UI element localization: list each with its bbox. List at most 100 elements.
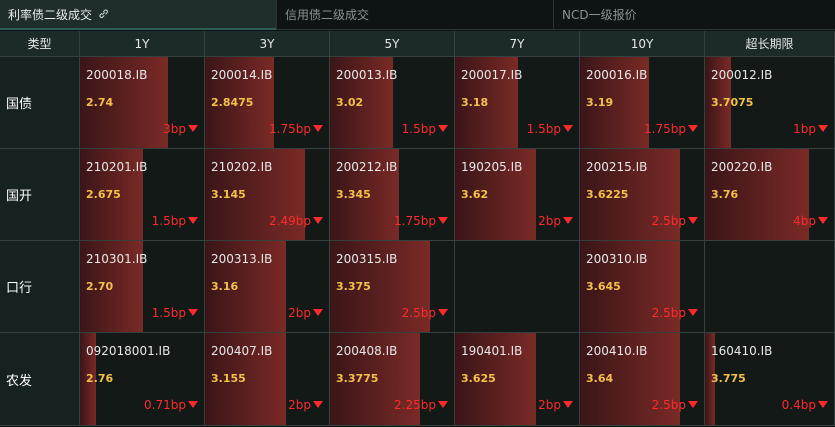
- down-arrow-icon: [188, 401, 198, 408]
- down-arrow-icon: [438, 217, 448, 224]
- column-header[interactable]: 类型: [0, 31, 80, 57]
- column-header[interactable]: 1Y: [80, 31, 205, 57]
- bond-code: 200013.IB: [336, 68, 398, 82]
- down-arrow-icon: [818, 125, 828, 132]
- down-arrow-icon: [438, 125, 448, 132]
- bond-yield: 3.76: [711, 188, 739, 201]
- down-arrow-icon: [438, 401, 448, 408]
- bond-yield: 2.8475: [211, 96, 254, 109]
- yield-change-value: 0.4bp: [781, 398, 816, 412]
- bond-cell[interactable]: 160410.IB 3.775 0.4bp: [705, 333, 835, 426]
- yield-change-value: 1.75bp: [644, 122, 686, 136]
- down-arrow-icon: [688, 125, 698, 132]
- bond-cell[interactable]: 200220.IB 3.76 4bp: [705, 149, 835, 241]
- down-arrow-icon: [313, 309, 323, 316]
- down-arrow-icon: [563, 217, 573, 224]
- bond-cell[interactable]: 200408.IB 3.3775 2.25bp: [330, 333, 455, 426]
- row-type-label: 口行: [0, 241, 80, 333]
- yield-change-value: 1.75bp: [269, 122, 311, 136]
- down-arrow-icon: [688, 217, 698, 224]
- down-arrow-icon: [438, 309, 448, 316]
- yield-change: 2.49bp: [269, 214, 323, 228]
- bond-cell[interactable]: 200017.IB 3.18 1.5bp: [455, 57, 580, 149]
- column-header[interactable]: 5Y: [330, 31, 455, 57]
- yield-change-value: 3bp: [163, 122, 186, 136]
- bond-code: 200215.IB: [586, 160, 648, 174]
- tab-label: 利率债二级成交: [8, 8, 93, 22]
- down-arrow-icon: [313, 401, 323, 408]
- bond-cell[interactable]: 200310.IB 3.645 2.5bp: [580, 241, 705, 333]
- bond-cell[interactable]: 200313.IB 3.16 2bp: [205, 241, 330, 333]
- bond-cell[interactable]: 200407.IB 3.155 2bp: [205, 333, 330, 426]
- bond-yield: 2.74: [86, 96, 114, 109]
- yield-change: 1.75bp: [269, 122, 323, 136]
- bond-code: 200017.IB: [461, 68, 523, 82]
- yield-change-value: 2.5bp: [651, 306, 686, 320]
- down-arrow-icon: [563, 401, 573, 408]
- bond-yield: 3.19: [586, 96, 614, 109]
- yield-change-value: 2.25bp: [394, 398, 436, 412]
- bond-code: 210201.IB: [86, 160, 148, 174]
- bond-yield: 3.625: [461, 372, 496, 385]
- bond-cell[interactable]: 200012.IB 3.7075 1bp: [705, 57, 835, 149]
- bond-yield: 3.775: [711, 372, 746, 385]
- bond-code: 200016.IB: [586, 68, 648, 82]
- bond-code: 160410.IB: [711, 344, 773, 358]
- tab-ncd-quotes[interactable]: NCD一级报价: [553, 0, 835, 30]
- yield-change-value: 2.49bp: [269, 214, 311, 228]
- yield-change-value: 1.75bp: [394, 214, 436, 228]
- yield-change: 2bp: [288, 398, 323, 412]
- column-header[interactable]: 10Y: [580, 31, 705, 57]
- bond-code: 200310.IB: [586, 252, 648, 266]
- yield-change: 2.5bp: [652, 398, 698, 412]
- bond-cell[interactable]: 210301.IB 2.70 1.5bp: [80, 241, 205, 333]
- tab-label: 信用债二级成交: [285, 8, 370, 22]
- down-arrow-icon: [818, 217, 828, 224]
- bond-cell[interactable]: 210201.IB 2.675 1.5bp: [80, 149, 205, 241]
- bond-code: 200014.IB: [211, 68, 273, 82]
- bond-cell[interactable]: 210202.IB 3.145 2.49bp: [205, 149, 330, 241]
- down-arrow-icon: [188, 309, 198, 316]
- bond-yield: 3.645: [586, 280, 621, 293]
- bond-cell[interactable]: 200018.IB 2.74 3bp: [80, 57, 205, 149]
- yield-change-value: 1.5bp: [151, 306, 186, 320]
- bond-yield: 3.375: [336, 280, 371, 293]
- bond-yield: 3.18: [461, 96, 489, 109]
- bond-cell[interactable]: 200410.IB 3.64 2.5bp: [580, 333, 705, 426]
- bond-code: 092018001.IB: [86, 344, 171, 358]
- bond-cell[interactable]: 200013.IB 3.02 1.5bp: [330, 57, 455, 149]
- bond-yield: 3.62: [461, 188, 489, 201]
- yield-change: 1.75bp: [394, 214, 448, 228]
- bond-code: 190401.IB: [461, 344, 523, 358]
- yield-change: 0.71bp: [144, 398, 198, 412]
- column-header[interactable]: 超长期限: [705, 31, 835, 57]
- bond-cell[interactable]: 200212.IB 3.345 1.75bp: [330, 149, 455, 241]
- yield-change-value: 2bp: [288, 306, 311, 320]
- bond-yield: 3.145: [211, 188, 246, 201]
- tab-rate-bond-trades[interactable]: 利率债二级成交: [0, 0, 276, 30]
- bond-cell[interactable]: 190205.IB 3.62 2bp: [455, 149, 580, 241]
- bond-code: 200220.IB: [711, 160, 773, 174]
- yield-change: 2bp: [538, 398, 573, 412]
- bond-cell[interactable]: 200016.IB 3.19 1.75bp: [580, 57, 705, 149]
- bond-cell[interactable]: 200014.IB 2.8475 1.75bp: [205, 57, 330, 149]
- bond-cell[interactable]: 092018001.IB 2.76 0.71bp: [80, 333, 205, 426]
- down-arrow-icon: [818, 401, 828, 408]
- yield-change: 3bp: [163, 122, 198, 136]
- link-icon[interactable]: [98, 0, 109, 30]
- yield-change-value: 2.5bp: [401, 306, 436, 320]
- down-arrow-icon: [688, 401, 698, 408]
- yield-change-value: 2.5bp: [651, 398, 686, 412]
- bond-cell[interactable]: 200215.IB 3.6225 2.5bp: [580, 149, 705, 241]
- bond-code: 200315.IB: [336, 252, 398, 266]
- bond-yield: 2.70: [86, 280, 114, 293]
- bond-yield: 2.675: [86, 188, 121, 201]
- bond-cell[interactable]: 200315.IB 3.375 2.5bp: [330, 241, 455, 333]
- tab-credit-bond-trades[interactable]: 信用债二级成交: [276, 0, 553, 30]
- column-header[interactable]: 3Y: [205, 31, 330, 57]
- column-header[interactable]: 7Y: [455, 31, 580, 57]
- yield-change: 1.5bp: [152, 214, 198, 228]
- bond-cell[interactable]: 190401.IB 3.625 2bp: [455, 333, 580, 426]
- yield-change: 1.5bp: [527, 122, 573, 136]
- yield-change: 2bp: [288, 306, 323, 320]
